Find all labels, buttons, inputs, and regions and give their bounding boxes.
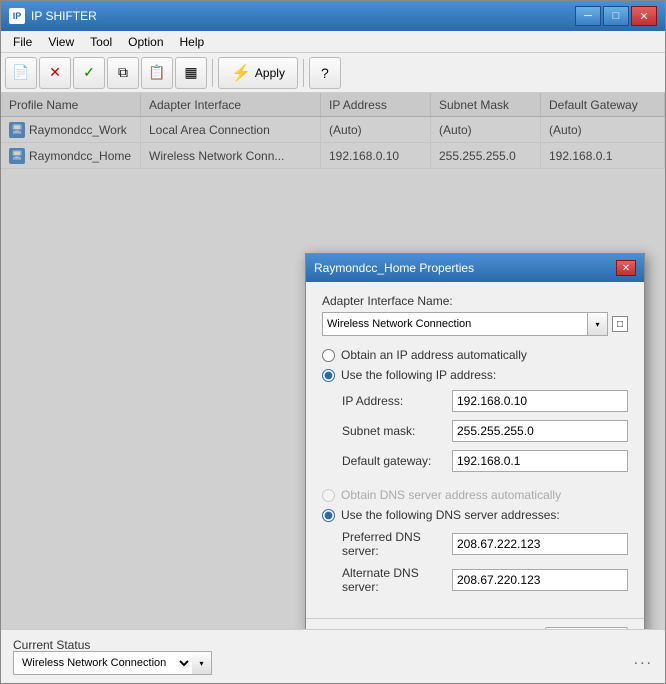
preferred-dns-label: Preferred DNS server: [342, 530, 452, 558]
maximize-button[interactable]: □ [603, 6, 629, 26]
modal-overlay: Raymondcc_Home Properties ✕ Adapter Inte… [1, 93, 665, 629]
section-divider [322, 480, 628, 488]
manual-dns-radio[interactable] [322, 509, 335, 522]
dialog-body: Adapter Interface Name: Wireless Network… [306, 282, 644, 614]
expand-button[interactable]: □ [612, 316, 628, 332]
menu-file[interactable]: File [5, 33, 40, 51]
close-button[interactable]: ✕ [631, 6, 657, 26]
save-button[interactable]: ✓ [73, 57, 105, 89]
alternate-dns-row: Alternate DNS server: [342, 566, 628, 594]
toolbar-separator [212, 59, 213, 87]
auto-dns-radio[interactable] [322, 489, 335, 502]
manual-ip-label: Use the following IP address: [341, 368, 496, 382]
subnet-mask-input[interactable] [452, 420, 628, 442]
help-button[interactable]: ? [309, 57, 341, 89]
table-area: Profile Name Adapter Interface IP Addres… [1, 93, 665, 629]
auto-ip-radio[interactable] [322, 349, 335, 362]
title-bar-buttons: ─ □ ✕ [575, 6, 657, 26]
window-title: IP SHIFTER [31, 9, 575, 23]
status-dropdown[interactable]: Wireless Network Connection [13, 651, 193, 675]
dns-radio-group: Obtain DNS server address automatically … [322, 488, 628, 522]
more-options-dots[interactable]: ... [634, 651, 653, 669]
status-bar: Current Status Wireless Network Connecti… [1, 629, 665, 683]
default-gateway-input[interactable] [452, 450, 628, 472]
minimize-button[interactable]: ─ [575, 6, 601, 26]
auto-dns-radio-row: Obtain DNS server address automatically [322, 488, 628, 502]
subnet-mask-label: Subnet mask: [342, 424, 452, 438]
preferred-dns-input[interactable] [452, 533, 628, 555]
settings-button[interactable]: Settings >> [545, 627, 628, 629]
ip-address-row: IP Address: [342, 390, 628, 412]
adapter-label: Adapter Interface Name: [322, 294, 628, 308]
new-button[interactable]: 📄 [5, 57, 37, 89]
apply-button[interactable]: ⚡ Apply [218, 57, 298, 89]
auto-dns-label: Obtain DNS server address automatically [341, 488, 561, 502]
auto-ip-label: Obtain an IP address automatically [341, 348, 527, 362]
status-dropdown-row: Wireless Network Connection ▾ [13, 651, 212, 675]
ip-radio-group: Obtain an IP address automatically Use t… [322, 348, 628, 382]
app-icon: IP [9, 8, 25, 24]
dialog-footer: Change Browser Proxies Settings >> [306, 618, 644, 629]
adapter-dropdown-row: Wireless Network Connection ▾ □ [322, 312, 628, 336]
toolbar: 📄 ✕ ✓ ⧉ 📋 ▦ ⚡ Apply ? [1, 53, 665, 93]
dialog-title-bar: Raymondcc_Home Properties ✕ [306, 254, 644, 282]
dialog-close-button[interactable]: ✕ [616, 260, 636, 276]
alternate-dns-input[interactable] [452, 569, 628, 591]
ip-address-input[interactable] [452, 390, 628, 412]
paste-button[interactable]: 📋 [141, 57, 173, 89]
alternate-dns-label: Alternate DNS server: [342, 566, 452, 594]
grid-button[interactable]: ▦ [175, 57, 207, 89]
default-gateway-row: Default gateway: [342, 450, 628, 472]
auto-ip-radio-row: Obtain an IP address automatically [322, 348, 628, 362]
apply-icon: ⚡ [231, 63, 251, 83]
dialog-title-text: Raymondcc_Home Properties [314, 261, 616, 275]
manual-ip-radio-row: Use the following IP address: [322, 368, 628, 382]
menu-tool[interactable]: Tool [82, 33, 120, 51]
ip-address-label: IP Address: [342, 394, 452, 408]
manual-ip-radio[interactable] [322, 369, 335, 382]
preferred-dns-row: Preferred DNS server: [342, 530, 628, 558]
title-bar: IP IP SHIFTER ─ □ ✕ [1, 1, 665, 31]
menu-view[interactable]: View [40, 33, 82, 51]
adapter-dropdown-arrow[interactable]: ▾ [588, 312, 608, 336]
main-window: IP IP SHIFTER ─ □ ✕ File View Tool Optio… [0, 0, 666, 684]
menu-help[interactable]: Help [172, 33, 213, 51]
toolbar-separator-2 [303, 59, 304, 87]
status-dropdown-arrow[interactable]: ▾ [192, 651, 212, 675]
menu-option[interactable]: Option [120, 33, 171, 51]
default-gateway-label: Default gateway: [342, 454, 452, 468]
delete-button[interactable]: ✕ [39, 57, 71, 89]
adapter-select[interactable]: Wireless Network Connection [322, 312, 588, 336]
copy-button[interactable]: ⧉ [107, 57, 139, 89]
manual-dns-label: Use the following DNS server addresses: [341, 508, 560, 522]
properties-dialog: Raymondcc_Home Properties ✕ Adapter Inte… [305, 253, 645, 629]
current-status-label: Current Status [13, 638, 90, 652]
manual-dns-radio-row: Use the following DNS server addresses: [322, 508, 628, 522]
menu-bar: File View Tool Option Help [1, 31, 665, 53]
apply-label: Apply [255, 66, 285, 80]
subnet-mask-row: Subnet mask: [342, 420, 628, 442]
